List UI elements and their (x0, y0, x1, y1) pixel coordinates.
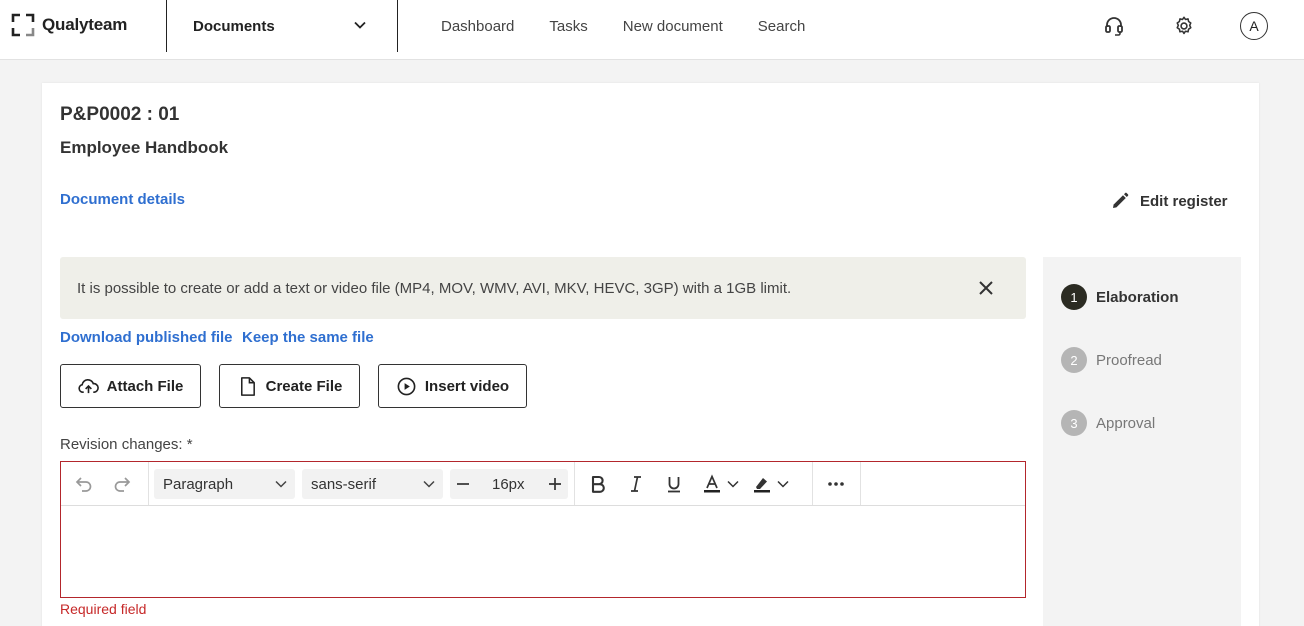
qualyteam-logo-icon (11, 13, 35, 37)
history-group (71, 462, 135, 505)
header-divider (397, 0, 398, 52)
play-circle-icon (397, 377, 416, 395)
nav-new-document[interactable]: New document (623, 18, 723, 35)
step-number: 2 (1061, 347, 1087, 373)
revision-editor-body[interactable] (61, 506, 1025, 597)
revision-editor: Paragraph sans-serif 16px (60, 461, 1026, 598)
step-number: 3 (1061, 410, 1087, 436)
logo[interactable]: Qualyteam (11, 12, 127, 38)
file-limit-notice: It is possible to create or add a text o… (60, 257, 1026, 319)
edit-register-label: Edit register (1140, 192, 1228, 210)
bold-icon[interactable] (586, 472, 610, 496)
settings-gear-icon[interactable] (1171, 13, 1197, 39)
redo-icon[interactable] (111, 472, 135, 496)
more-options-icon[interactable] (824, 472, 848, 496)
revision-changes-label: Revision changes: * (60, 436, 193, 453)
step-proofread: 2 Proofread (1061, 347, 1162, 373)
chevron-down-icon[interactable] (774, 472, 792, 496)
document-details-link[interactable]: Document details (60, 191, 185, 208)
block-format-select[interactable]: Paragraph (154, 469, 295, 499)
font-size-control: 16px (450, 469, 568, 499)
user-avatar[interactable]: A (1240, 12, 1268, 40)
font-size-value[interactable]: 16px (492, 476, 525, 493)
document-code: P&P0002 : 01 (60, 104, 180, 125)
italic-icon[interactable] (624, 472, 648, 496)
step-label: Elaboration (1096, 288, 1179, 306)
toolbar-divider (148, 462, 149, 505)
nav-dashboard[interactable]: Dashboard (441, 18, 514, 35)
font-family-value: sans-serif (311, 475, 377, 493)
block-format-value: Paragraph (163, 475, 234, 493)
undo-icon[interactable] (71, 472, 95, 496)
chevron-down-icon (275, 480, 287, 488)
keep-same-file-link[interactable]: Keep the same file (242, 329, 374, 346)
main-nav: Dashboard Tasks New document Search (441, 0, 840, 52)
attach-file-label: Attach File (106, 377, 184, 395)
step-label: Approval (1096, 414, 1156, 432)
avatar-initial: A (1249, 18, 1259, 34)
chevron-down-icon (354, 21, 366, 29)
toolbar-divider (812, 462, 813, 505)
decrease-font-size-icon[interactable] (451, 472, 475, 496)
insert-video-button[interactable]: Insert video (378, 364, 527, 408)
font-family-select[interactable]: sans-serif (302, 469, 443, 499)
module-selector[interactable]: Documents (167, 0, 397, 52)
toolbar-divider (860, 462, 861, 505)
underline-icon[interactable] (662, 472, 686, 496)
chevron-down-icon (423, 480, 435, 488)
create-file-label: Create File (265, 377, 343, 395)
nav-search[interactable]: Search (758, 18, 806, 35)
document-title: Employee Handbook (60, 138, 229, 157)
step-label: Proofread (1096, 351, 1162, 369)
increase-font-size-icon[interactable] (543, 472, 567, 496)
required-field-error: Required field (60, 601, 147, 617)
close-icon[interactable] (976, 278, 996, 298)
more-group (824, 462, 848, 505)
download-published-file-link[interactable]: Download published file (60, 329, 233, 346)
document-card: P&P0002 : 01 Employee Handbook Document … (42, 83, 1259, 626)
nav-tasks[interactable]: Tasks (549, 18, 587, 35)
text-color-icon[interactable] (700, 472, 724, 496)
support-headset-icon[interactable] (1101, 13, 1127, 39)
highlight-color-icon[interactable] (750, 472, 774, 496)
step-number: 1 (1061, 284, 1087, 310)
notice-text: It is possible to create or add a text o… (77, 279, 792, 297)
logo-text: Qualyteam (42, 15, 128, 34)
step-elaboration: 1 Elaboration (1061, 284, 1179, 310)
format-group (586, 462, 792, 505)
insert-video-label: Insert video (424, 377, 510, 395)
pencil-icon (1113, 192, 1129, 208)
step-approval: 3 Approval (1061, 410, 1155, 436)
top-bar: Qualyteam Documents Dashboard Tasks New … (0, 0, 1304, 60)
workflow-steps: 1 Elaboration 2 Proofread 3 Approval (1043, 257, 1241, 626)
cloud-upload-icon (78, 378, 99, 393)
editor-toolbar: Paragraph sans-serif 16px (61, 462, 1025, 506)
create-file-button[interactable]: Create File (219, 364, 360, 408)
edit-register-button[interactable]: Edit register (1110, 191, 1228, 211)
chevron-down-icon[interactable] (724, 472, 742, 496)
file-icon (240, 376, 255, 396)
attach-file-button[interactable]: Attach File (60, 364, 201, 408)
module-label: Documents (193, 17, 275, 35)
toolbar-divider (574, 462, 575, 505)
